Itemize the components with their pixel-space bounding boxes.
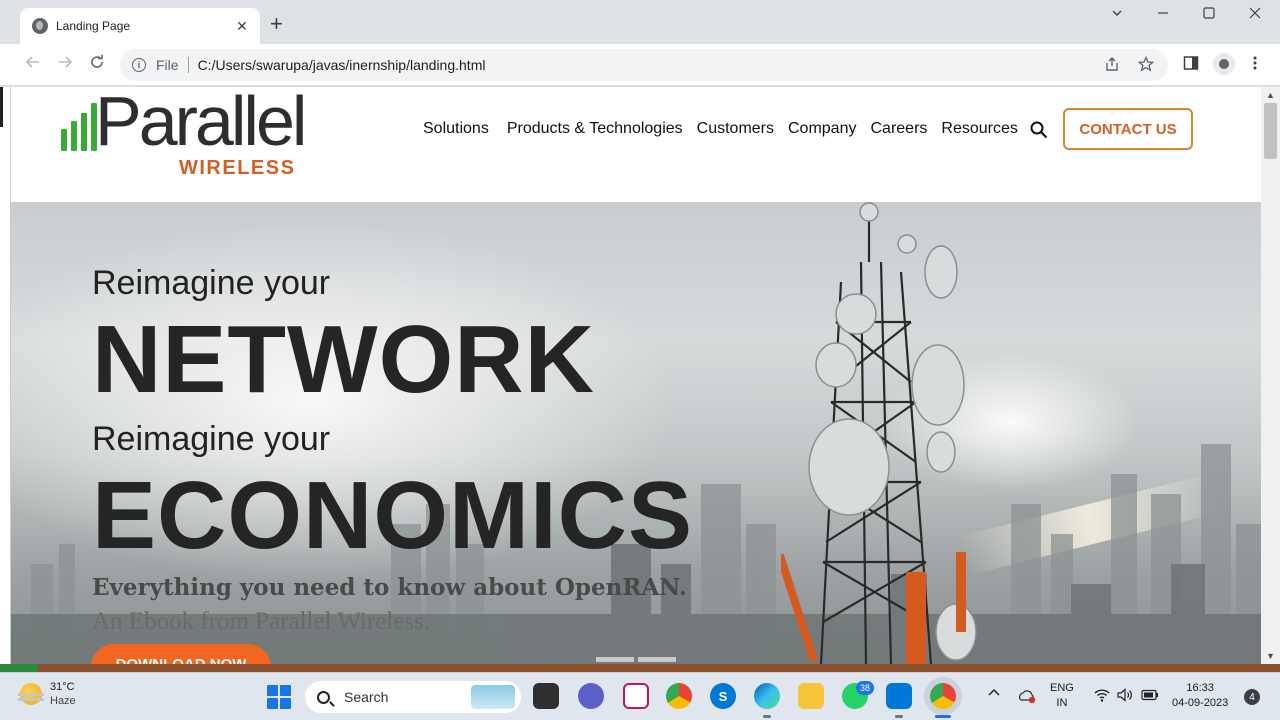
minimize-icon[interactable] <box>1156 6 1170 23</box>
nav-customers[interactable]: Customers <box>697 120 774 138</box>
task-view-icon[interactable] <box>533 683 559 709</box>
hero-tagline: Everything you need to know about OpenRA… <box>92 574 687 601</box>
contact-us-button[interactable]: CONTACT US <box>1063 108 1193 150</box>
battery-icon[interactable] <box>1141 689 1159 706</box>
info-icon[interactable]: i <box>132 58 146 72</box>
whatsapp-badge: 38 <box>856 681 874 695</box>
chrome-active-icon[interactable] <box>930 683 956 709</box>
vscode-icon[interactable] <box>886 683 912 709</box>
taskbar-search-box[interactable]: Search <box>305 681 521 713</box>
language-indicator[interactable]: ENG IN <box>1050 681 1074 711</box>
nav-solutions[interactable]: Solutions <box>423 120 489 138</box>
volume-icon[interactable] <box>1117 688 1133 707</box>
close-window-icon[interactable] <box>1248 6 1262 23</box>
windows-start-icon[interactable] <box>267 685 291 709</box>
globe-icon <box>32 18 48 34</box>
carousel-dots[interactable] <box>596 657 676 662</box>
profile-avatar-icon[interactable] <box>1213 53 1235 75</box>
scroll-down-icon[interactable]: ▼ <box>1266 651 1275 661</box>
snipping-tool-icon[interactable] <box>623 683 649 709</box>
hero-subtag: An Ebook from Parallel Wireless. <box>92 608 431 635</box>
telecom-tower-image <box>781 202 977 664</box>
haze-sun-icon <box>18 683 44 705</box>
tab-title: Landing Page <box>56 19 131 33</box>
side-panel-icon[interactable] <box>1183 55 1199 76</box>
chrome-icon[interactable] <box>666 683 692 709</box>
browser-toolbar: i File C:/Users/swarupa/javas/inernship/… <box>0 44 1280 86</box>
hero-banner: Reimagine your NETWORK Reimagine your EC… <box>11 202 1261 664</box>
left-edge <box>0 87 11 664</box>
parallel-wireless-logo[interactable]: Parallel WIRELESS <box>59 87 307 187</box>
clock-time: 16:33 <box>1186 682 1214 694</box>
page-viewport: Parallel WIRELESS Solutions Products & T… <box>11 87 1261 664</box>
taskbar-search-label: Search <box>344 689 389 705</box>
weather-condition: Haze <box>50 695 76 707</box>
logo-bars-icon <box>61 99 97 151</box>
tab-close-icon[interactable]: ✕ <box>234 18 250 35</box>
chrome-active-indicator <box>935 715 951 718</box>
forward-arrow-icon[interactable] <box>57 54 73 74</box>
reload-icon[interactable] <box>89 54 105 74</box>
search-magnifier-icon <box>317 690 330 704</box>
vscode-running-indicator <box>895 715 903 718</box>
onedrive-error-icon[interactable] <box>1018 689 1036 708</box>
edge-running-indicator <box>763 715 771 718</box>
skype-icon[interactable]: S <box>710 683 736 709</box>
file-explorer-icon[interactable] <box>798 683 824 709</box>
weather-widget[interactable]: 31°C Haze <box>18 681 76 707</box>
divider <box>187 57 189 73</box>
address-bar[interactable]: i File C:/Users/swarupa/javas/inernship/… <box>120 49 1168 81</box>
hero-big-economics: ECONOMICS <box>92 462 694 569</box>
nav-careers[interactable]: Careers <box>870 120 927 138</box>
nav-company[interactable]: Company <box>788 120 856 138</box>
page-bottom-strip <box>0 664 1280 672</box>
main-nav: Solutions Products & Technologies Custom… <box>423 120 1018 138</box>
notification-count-badge[interactable]: 4 <box>1244 689 1260 705</box>
logo-word: Parallel <box>95 87 307 160</box>
share-icon[interactable] <box>1104 56 1120 76</box>
maximize-icon[interactable] <box>1202 6 1216 23</box>
tray-chevron-icon[interactable] <box>988 687 1000 702</box>
edge-icon[interactable] <box>754 683 780 709</box>
bookmark-star-icon[interactable] <box>1137 55 1155 76</box>
tab-strip: Landing Page ✕ + <box>0 0 1280 44</box>
wifi-icon[interactable] <box>1094 688 1110 707</box>
clock-date: 04-09-2023 <box>1172 697 1229 709</box>
search-icon[interactable] <box>1030 121 1048 139</box>
download-now-button[interactable]: DOWNLOAD NOW <box>91 644 271 664</box>
hero-big-network: NETWORK <box>92 306 595 413</box>
menu-kebab-icon[interactable] <box>1249 55 1261 76</box>
url-text[interactable]: C:/Users/swarupa/javas/inernship/landing… <box>198 57 486 73</box>
back-arrow-icon[interactable] <box>25 54 41 74</box>
weather-temp: 31°C <box>50 681 75 693</box>
tab-landing-page[interactable]: Landing Page ✕ <box>20 8 260 44</box>
search-highlight-image <box>471 685 515 709</box>
logo-sub: WIRELESS <box>179 157 296 179</box>
hero-line1: Reimagine your <box>92 264 331 302</box>
site-header: Parallel WIRELESS Solutions Products & T… <box>11 87 1261 202</box>
clock[interactable]: 16:33 04-09-2023 <box>1172 681 1228 711</box>
teams-chat-icon[interactable] <box>578 683 604 709</box>
lang-bottom: IN <box>1056 697 1068 709</box>
lang-top: ENG <box>1050 682 1074 694</box>
scroll-thumb[interactable] <box>1264 103 1277 159</box>
page-scrollbar[interactable]: ▲ ▼ <box>1261 87 1280 664</box>
nav-resources[interactable]: Resources <box>941 120 1017 138</box>
scheme-label: File <box>156 57 179 73</box>
nav-products-technologies[interactable]: Products & Technologies <box>507 120 683 138</box>
tab-search-chevron-icon[interactable] <box>1110 6 1124 23</box>
scroll-up-icon[interactable]: ▲ <box>1266 90 1275 100</box>
windows-taskbar: 31°C Haze Search S 38 ENG IN 16:33 04-09… <box>0 672 1280 720</box>
hero-line2: Reimagine your <box>92 420 331 458</box>
new-tab-button[interactable]: + <box>270 13 283 35</box>
